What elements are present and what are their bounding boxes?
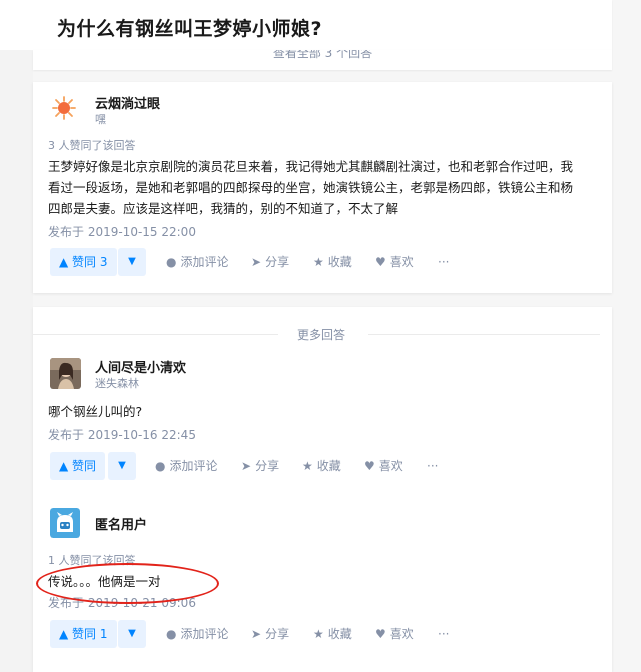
author-name[interactable]: 云烟淌过眼	[95, 93, 160, 112]
answer-author: 匿名用户	[48, 506, 600, 544]
answer-card: 云烟淌过眼 嘿 3 人赞同了该回答 王梦婷好像是北京京剧院的演员花旦来着，我记得…	[33, 82, 612, 293]
sun-avatar-icon	[50, 94, 78, 122]
vote-count-text: 3 人赞同了该回答	[48, 139, 136, 152]
comment-button[interactable]: ● 添加评论	[166, 248, 229, 276]
share-icon: ➤	[241, 459, 252, 473]
downvote-button[interactable]: ▼	[108, 452, 136, 480]
share-button[interactable]: ➤ 分享	[251, 620, 289, 648]
comment-icon: ●	[155, 459, 166, 473]
divider	[368, 334, 600, 335]
more-icon: ···	[438, 255, 450, 269]
answer-item: 云烟淌过眼 嘿 3 人赞同了该回答 王梦婷好像是北京京剧院的演员花旦来着，我记得…	[48, 92, 600, 278]
like-button[interactable]: ♥ 喜欢	[375, 248, 414, 276]
content-line: 四郎是夫妻。应该是这样吧，我猜的，别的不知道了，不太了解	[48, 201, 399, 216]
answers-summary-card: 查看全部 3 个回答	[33, 50, 612, 70]
publish-date[interactable]: 发布于 2019-10-16 22:45	[48, 426, 600, 443]
comment-button[interactable]: ● 添加评论	[155, 452, 218, 480]
answer-author: 人间尽是小清欢 迷失森林	[48, 356, 600, 394]
more-button[interactable]: ···	[438, 248, 449, 276]
comment-icon: ●	[166, 627, 177, 641]
upvote-button[interactable]: ▲ 赞同	[50, 452, 106, 480]
answer-actions: ▲ 赞同 1 ▼ ● 添加评论 ➤ 分享 ★ 收藏 ♥ 喜欢 ···	[48, 620, 600, 650]
avatar[interactable]	[50, 508, 80, 538]
share-button[interactable]: ➤ 分享	[251, 248, 289, 276]
favorite-button[interactable]: ★ 收藏	[302, 452, 341, 480]
view-all-answers-link[interactable]: 查看全部 3 个回答	[33, 50, 612, 61]
author-bio: 迷失森林	[95, 377, 139, 390]
author-bio: 嘿	[95, 113, 106, 126]
more-answers-card: 更多回答 人间尽是小清欢 迷失森林 哪个钢丝儿叫的? 发布于 2019-10-1…	[33, 307, 612, 672]
author-name: 匿名用户	[95, 518, 148, 533]
answer-author: 云烟淌过眼 嘿	[48, 92, 600, 130]
more-answers-label: 更多回答	[297, 328, 346, 342]
left-margin	[0, 50, 33, 672]
highlight-ellipse	[36, 563, 219, 604]
heart-icon: ♥	[375, 255, 386, 269]
answer-item: 人间尽是小清欢 迷失森林 哪个钢丝儿叫的? 发布于 2019-10-16 22:…	[48, 356, 600, 482]
photo-avatar-icon	[50, 358, 81, 389]
downvote-button[interactable]: ▼	[118, 248, 146, 276]
avatar[interactable]	[50, 358, 81, 389]
share-icon: ➤	[251, 255, 262, 269]
upvote-button[interactable]: ▲ 赞同 1	[50, 620, 117, 648]
star-icon: ★	[313, 255, 324, 269]
upvote-button[interactable]: ▲ 赞同 3	[50, 248, 117, 276]
divider	[33, 334, 278, 335]
answer-actions: ▲ 赞同 3 ▼ ● 添加评论 ➤ 分享 ★ 收藏 ♥ 喜欢 ···	[48, 248, 600, 278]
answer-content: 王梦婷好像是北京京剧院的演员花旦来着，我记得她尤其麒麟剧社演过，也和老郭合作过吧…	[48, 156, 600, 219]
comment-button[interactable]: ● 添加评论	[166, 620, 229, 648]
comment-icon: ●	[166, 255, 177, 269]
downvote-button[interactable]: ▼	[118, 620, 146, 648]
like-button[interactable]: ♥ 喜欢	[364, 452, 403, 480]
anonymous-user-icon	[50, 508, 80, 538]
question-header: 为什么有钢丝叫王梦婷小师娘?	[0, 0, 612, 50]
more-icon: ···	[438, 627, 450, 641]
content-line: 王梦婷好像是北京京剧院的演员花旦来着，我记得她尤其麒麟剧社演过，也和老郭合作过吧…	[48, 159, 574, 174]
author-name[interactable]: 人间尽是小清欢	[95, 357, 186, 376]
favorite-button[interactable]: ★ 收藏	[313, 248, 352, 276]
content-line: 哪个钢丝儿叫的?	[48, 404, 143, 419]
star-icon: ★	[302, 459, 313, 473]
avatar[interactable]	[50, 94, 78, 122]
content-line: 看过一段返场，是她和老郭唱的四郎探母的坐宫，她演铁镜公主，老郭是杨四郎，铁镜公主…	[48, 180, 574, 195]
answer-content: 哪个钢丝儿叫的?	[48, 401, 600, 422]
share-button[interactable]: ➤ 分享	[241, 452, 279, 480]
more-button[interactable]: ···	[438, 620, 449, 648]
question-title: 为什么有钢丝叫王梦婷小师娘?	[57, 18, 323, 40]
share-icon: ➤	[251, 627, 262, 641]
answer-actions: ▲ 赞同 ▼ ● 添加评论 ➤ 分享 ★ 收藏 ♥ 喜欢 ···	[48, 452, 600, 482]
publish-date[interactable]: 发布于 2019-10-15 22:00	[48, 223, 600, 240]
more-icon: ···	[427, 459, 439, 473]
more-button[interactable]: ···	[427, 452, 438, 480]
like-button[interactable]: ♥ 喜欢	[375, 620, 414, 648]
heart-icon: ♥	[364, 459, 375, 473]
heart-icon: ♥	[375, 627, 386, 641]
star-icon: ★	[313, 627, 324, 641]
favorite-button[interactable]: ★ 收藏	[313, 620, 352, 648]
